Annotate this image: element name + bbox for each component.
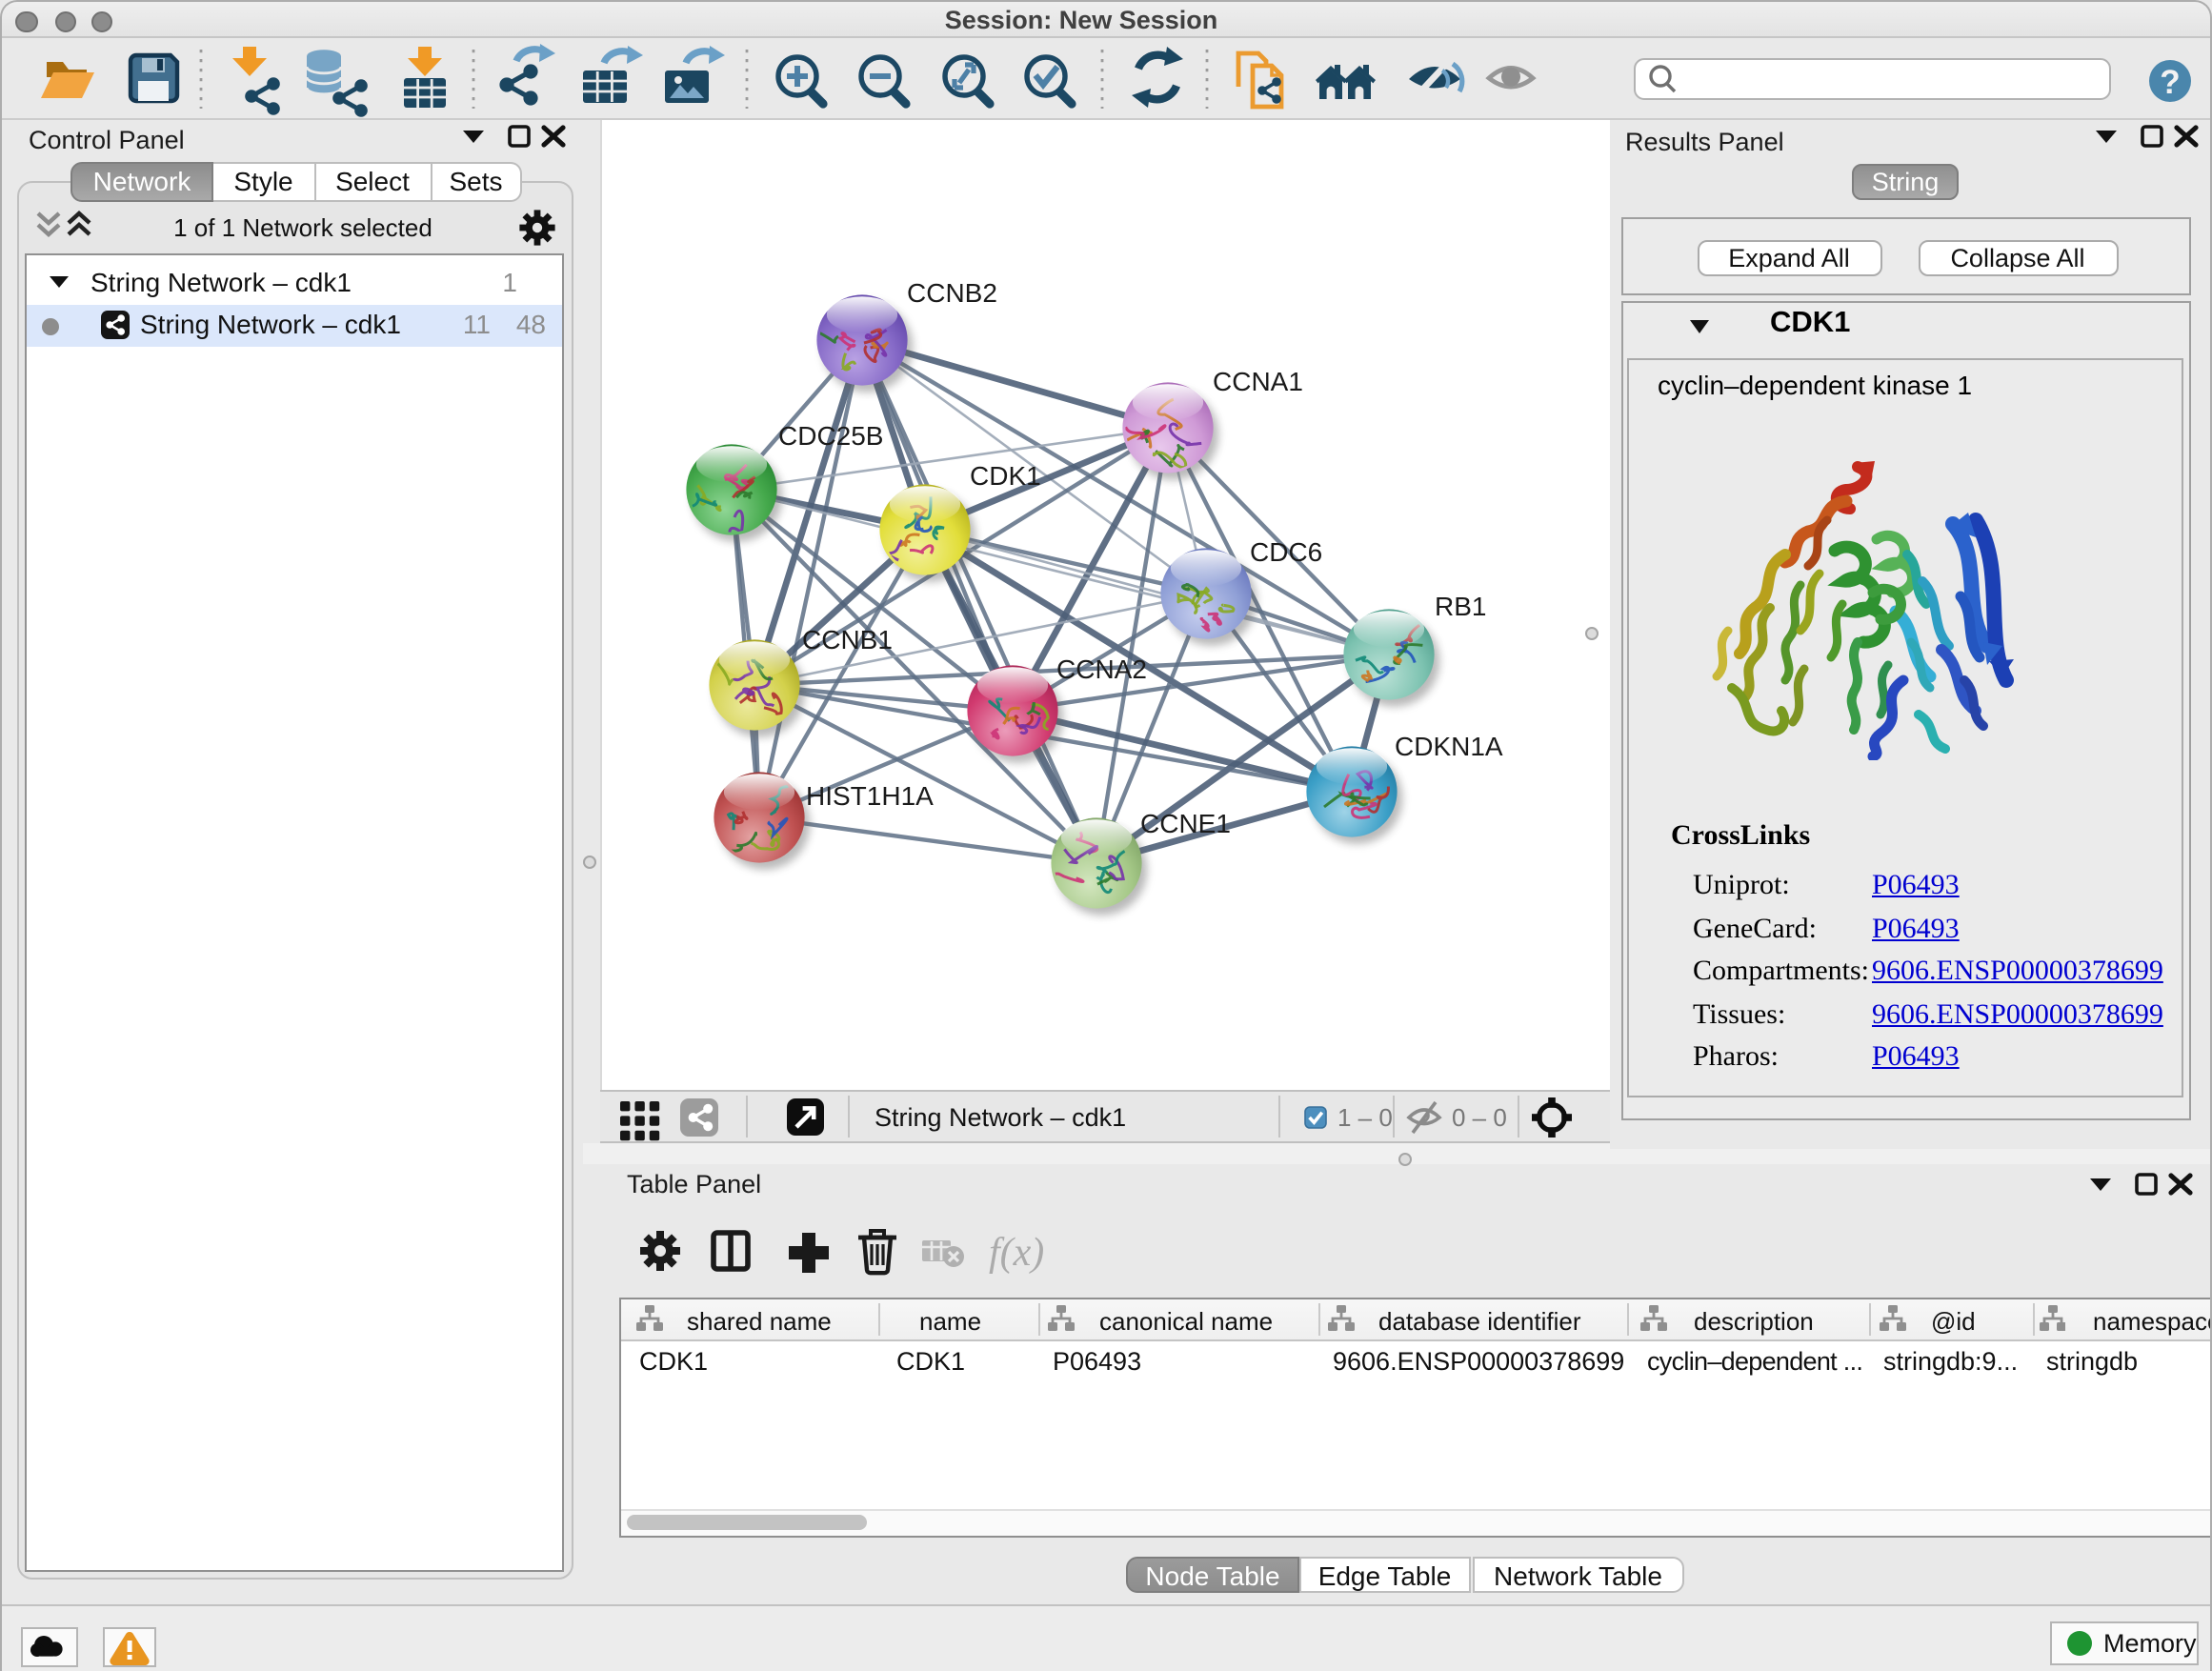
svg-text:CDK1: CDK1 xyxy=(970,460,1041,490)
svg-text:CCNB2: CCNB2 xyxy=(907,277,997,307)
svg-text:?: ? xyxy=(2160,64,2180,101)
svg-text:CCNA2: CCNA2 xyxy=(1056,654,1147,683)
svg-text:CCNE1: CCNE1 xyxy=(1140,808,1231,837)
svg-text:CDC25B: CDC25B xyxy=(778,420,883,450)
svg-text:CCNA1: CCNA1 xyxy=(1213,366,1303,395)
svg-text:String Network – cdk1: String Network – cdk1 xyxy=(875,1103,1126,1132)
svg-text:CCNB1: CCNB1 xyxy=(802,624,893,654)
svg-text:f(x): f(x) xyxy=(989,1231,1044,1275)
svg-text:1 – 0: 1 – 0 xyxy=(1337,1103,1393,1132)
svg-text:0 – 0: 0 – 0 xyxy=(1452,1103,1507,1132)
svg-text:CDC6: CDC6 xyxy=(1250,536,1322,566)
svg-text:HIST1H1A: HIST1H1A xyxy=(806,780,934,810)
svg-text:RB1: RB1 xyxy=(1435,591,1486,620)
svg-text:CDKN1A: CDKN1A xyxy=(1395,731,1503,760)
